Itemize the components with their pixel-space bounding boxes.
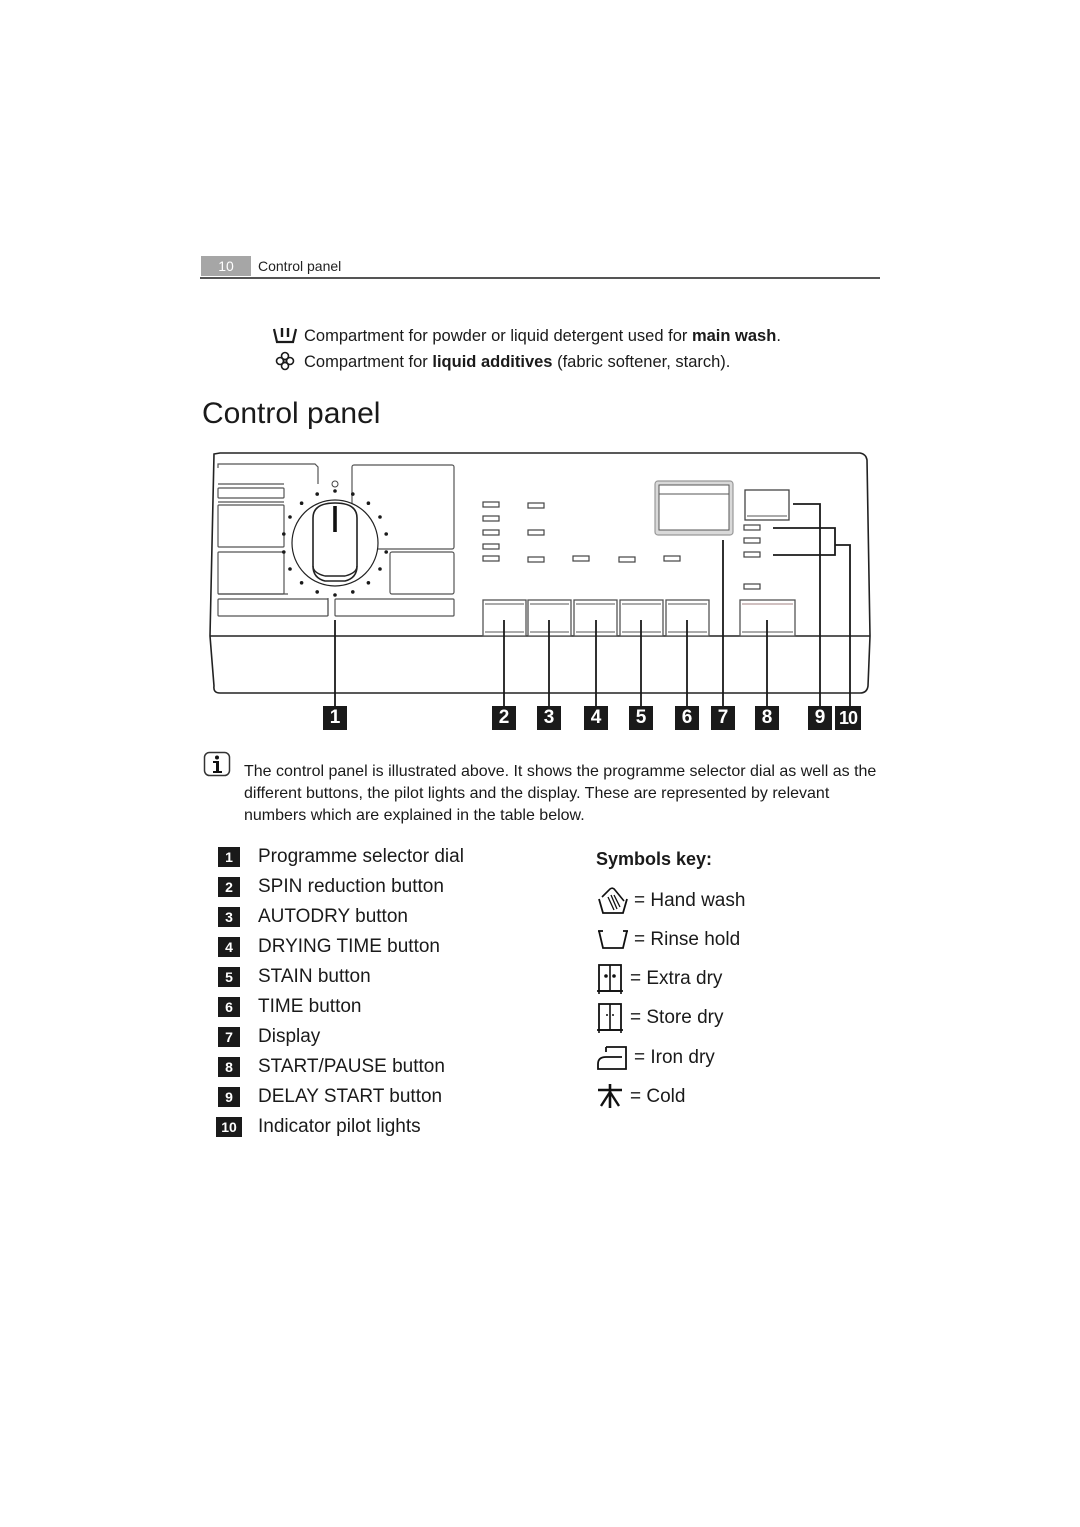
callout-10: 10 xyxy=(835,706,861,730)
callout-6: 6 xyxy=(675,706,699,730)
dial-position-dot xyxy=(315,492,319,496)
compartment-additives: Compartment for liquid additives (fabric… xyxy=(272,351,730,373)
compartment-text-suffix: (fabric softener, starch). xyxy=(552,353,731,371)
legend-item: 4 DRYING TIME button xyxy=(218,932,440,962)
callout-2: 2 xyxy=(492,706,516,730)
symbol-label: = Cold xyxy=(630,1086,686,1107)
symbol-label: = Store dry xyxy=(630,1007,724,1028)
legend-number: 10 xyxy=(216,1117,242,1137)
legend-item: 10 Indicator pilot lights xyxy=(216,1112,421,1142)
main-wash-icon xyxy=(272,328,298,344)
info-text: The control panel is illustrated above. … xyxy=(244,763,877,824)
extra-dry-icon xyxy=(597,964,623,994)
legend-item: 9 DELAY START button xyxy=(218,1082,442,1112)
symbol-item: = Rinse hold xyxy=(596,922,740,958)
programme-selector-dial xyxy=(282,480,388,597)
legend-label: DELAY START button xyxy=(258,1086,443,1107)
store-dry-icon xyxy=(597,1003,623,1033)
legend-label: Display xyxy=(258,1026,321,1047)
legend-label: STAIN button xyxy=(258,966,371,987)
dial-position-dot xyxy=(384,550,388,554)
legend-label: Programme selector dial xyxy=(258,846,464,867)
legend-number: 5 xyxy=(218,967,240,987)
symbol-label: = Rinse hold xyxy=(634,929,741,950)
compartment-text-prefix: Compartment for powder or liquid deterge… xyxy=(304,327,692,345)
dial-position-dot xyxy=(333,593,337,597)
legend-item: 7 Display xyxy=(218,1022,320,1052)
legend-number: 6 xyxy=(218,997,240,1017)
legend-label: SPIN reduction button xyxy=(258,876,444,897)
iron-dry-icon xyxy=(597,1046,627,1070)
dial-position-dot xyxy=(288,515,292,519)
dial-position-dot xyxy=(384,532,388,536)
legend-label: TIME button xyxy=(258,996,362,1017)
dial-position-dot xyxy=(282,550,286,554)
legend-number: 2 xyxy=(218,877,240,897)
legend-label: Indicator pilot lights xyxy=(258,1116,421,1137)
legend-item: 6 TIME button xyxy=(218,992,362,1022)
legend-number: 3 xyxy=(218,907,240,927)
callout-4: 4 xyxy=(584,706,608,730)
dial-position-dot xyxy=(366,581,371,585)
symbol-label: = Iron dry xyxy=(634,1047,715,1068)
compartment-main-wash: Compartment for powder or liquid deterge… xyxy=(272,325,781,347)
callout-9: 9 xyxy=(808,706,832,730)
dial-position-dot xyxy=(299,501,304,505)
dial-position-dot xyxy=(351,492,355,496)
compartment-text-bold: main wash xyxy=(691,327,777,345)
compartment-text-suffix: . xyxy=(776,327,781,345)
legend-number: 4 xyxy=(218,937,240,957)
compartment-text-prefix: Compartment for xyxy=(304,353,433,371)
compartment-text-bold: liquid additives xyxy=(432,353,553,371)
dial-position-dot xyxy=(378,567,382,571)
legend-label: DRYING TIME button xyxy=(258,936,440,957)
callout-1: 1 xyxy=(323,706,347,730)
callout-8: 8 xyxy=(755,706,779,730)
info-icon xyxy=(203,751,231,777)
dial-position-dot xyxy=(378,515,382,519)
symbol-label: = Extra dry xyxy=(630,968,723,989)
display xyxy=(654,480,734,536)
legend-number: 9 xyxy=(218,1087,240,1107)
callout-3: 3 xyxy=(537,706,561,730)
callout-5: 5 xyxy=(629,706,653,730)
symbol-item: = Cold xyxy=(596,1079,685,1115)
symbol-label: = Hand wash xyxy=(634,890,746,911)
symbol-item: = Hand wash xyxy=(596,883,745,919)
legend-number: 1 xyxy=(218,847,240,867)
dial-position-dot xyxy=(351,590,355,594)
control-panel-diagram xyxy=(209,452,871,706)
callout-7: 7 xyxy=(711,706,735,730)
dial-position-dot xyxy=(315,590,319,594)
dial-position-dot xyxy=(282,532,286,536)
legend-item: 8 START/PAUSE button xyxy=(218,1052,445,1082)
legend-number: 8 xyxy=(218,1057,240,1077)
flower-icon xyxy=(275,351,295,371)
dial-position-dot xyxy=(333,489,337,493)
symbols-key-title: Symbols key: xyxy=(596,849,713,869)
dial-position-dot xyxy=(366,501,371,505)
page-title: Control panel xyxy=(202,397,381,430)
page-number: 10 xyxy=(201,256,251,276)
symbol-item: = Iron dry xyxy=(596,1040,715,1076)
header-divider xyxy=(200,277,880,279)
symbol-item: = Extra dry xyxy=(596,961,722,997)
legend-item: 1 Programme selector dial xyxy=(218,842,464,872)
legend-item: 3 AUTODRY button xyxy=(218,902,408,932)
legend-number: 7 xyxy=(218,1027,240,1047)
legend-item: 5 STAIN button xyxy=(218,962,371,992)
running-header-title: Control panel xyxy=(258,258,342,274)
symbol-item: = Store dry xyxy=(596,1000,723,1036)
rinse-hold-icon xyxy=(598,930,628,949)
dial-position-dot xyxy=(299,581,304,585)
cold-icon xyxy=(598,1084,622,1108)
legend-item: 2 SPIN reduction button xyxy=(218,872,444,902)
hand-wash-icon xyxy=(598,887,628,914)
legend-label: START/PAUSE button xyxy=(258,1056,445,1077)
dial-position-dot xyxy=(288,567,292,571)
legend-label: AUTODRY button xyxy=(258,906,408,927)
